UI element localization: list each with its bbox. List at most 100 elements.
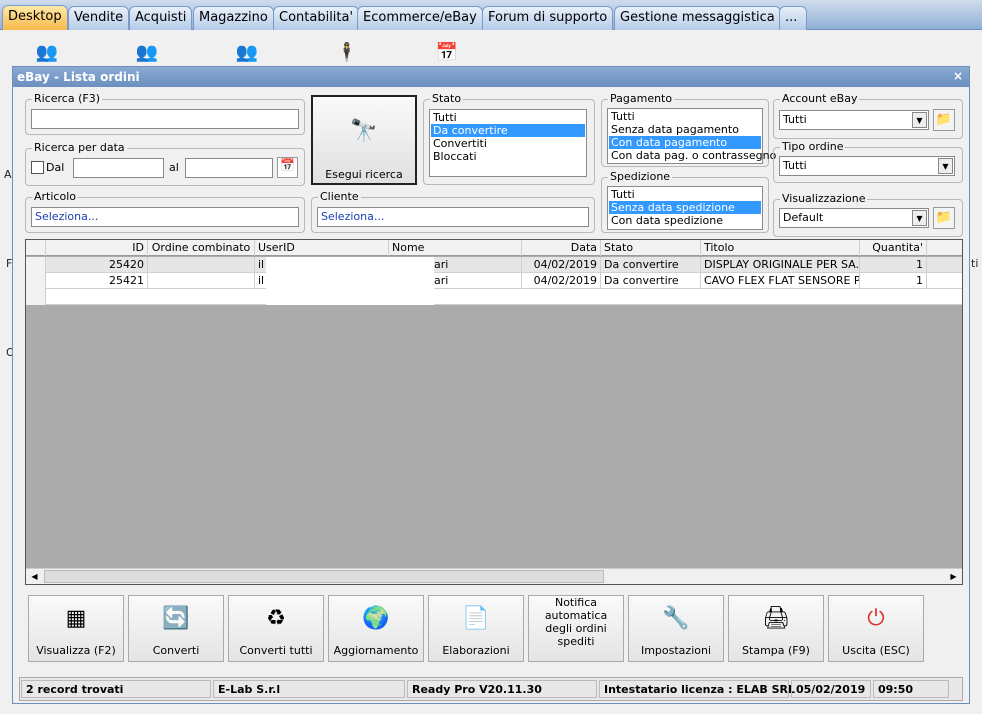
tipo-ordine-select[interactable]: Tutti ▼ [779,156,955,176]
col-stato[interactable]: Stato [601,240,701,256]
pagamento-group: Pagamento Tutti Senza data pagamento Con… [601,92,776,167]
col-ordine-combinato[interactable]: Ordine combinato [148,240,255,256]
table-row-empty[interactable] [26,289,962,305]
col-nome[interactable]: Nome [389,240,522,256]
spedizione-option[interactable]: Con data spedizione [609,214,761,227]
tab-ecommerce[interactable]: Ecommerce/eBay [357,6,483,30]
dal-label: Dal [46,161,65,174]
visualizza-button[interactable]: ▦ Visualizza (F2) [28,595,124,662]
search-button[interactable]: 🔭 Esegui ricerca [311,95,417,185]
visualizzazione-select[interactable]: Default ▼ [779,208,929,228]
converti-tutti-button[interactable]: ♻ Converti tutti [228,595,324,662]
row-selector[interactable] [26,289,46,305]
stato-option[interactable]: Bloccati [431,150,585,163]
scroll-left-icon[interactable]: ◀ [26,569,43,584]
stato-list[interactable]: Tutti Da convertire Convertiti Bloccati [429,109,587,177]
status-version: Ready Pro V20.11.30 [407,680,597,698]
converti-button[interactable]: 🔄 Converti [128,595,224,662]
col-titolo[interactable]: Titolo [701,240,860,256]
status-license: Intestatario licenza : ELAB SRL [599,680,795,698]
stato-option[interactable]: Tutti [431,111,585,124]
chevron-down-icon[interactable]: ▼ [912,112,927,128]
convert-icon: 🔄 [162,606,190,631]
binoculars-icon: 🔭 [350,119,378,144]
elaborazioni-button[interactable]: 📄 Elaborazioni [428,595,524,662]
col-data[interactable]: Data [522,240,601,256]
desktop-user-icon[interactable]: 🕴 [334,42,360,66]
row-selector[interactable] [26,273,46,289]
table-row[interactable]: 25421 il ari 04/02/2019 Da convertire CA… [26,273,962,289]
aggiornamento-button[interactable]: 🌍 Aggiornamento [328,595,424,662]
tab-messaggistica[interactable]: Gestione messaggistica [614,6,781,30]
printer-icon: 🖨 [762,606,790,631]
pagamento-label: Pagamento [608,92,675,105]
stato-group: Stato Tutti Da convertire Convertiti Blo… [423,92,595,185]
spedizione-list[interactable]: Tutti Senza data spedizione Con data spe… [607,186,763,230]
col-userid[interactable]: UserID [255,240,389,256]
chevron-down-icon[interactable]: ▼ [938,158,953,174]
converti-label: Converti [152,644,200,657]
tab-acquisti[interactable]: Acquisti [129,6,193,30]
dal-checkbox[interactable] [31,161,44,174]
stampa-button[interactable]: 🖨 Stampa (F9) [728,595,824,662]
pagamento-option[interactable]: Con data pag. o contrassegno [609,149,776,162]
status-records: 2 record trovati [21,680,211,698]
folder-icon[interactable]: 📁 [933,109,955,131]
folder-icon[interactable]: 📁 [933,207,955,229]
pagamento-option[interactable]: Con data pagamento [609,136,761,149]
dal-date-input[interactable] [73,158,164,178]
desktop-suppliers-icon[interactable]: 👥 [134,42,160,66]
table-row[interactable]: 25420 il ari 04/02/2019 Da convertire DI… [26,257,962,273]
cell-quantita: 1 [860,257,927,273]
ricerca-data-label: Ricerca per data [32,141,127,154]
spedizione-option[interactable]: Senza data spedizione [609,201,761,214]
tab-more[interactable]: ... [779,6,807,30]
chevron-down-icon[interactable]: ▼ [912,210,927,226]
uscita-button[interactable]: ⏻ Uscita (ESC) [828,595,924,662]
tab-desktop[interactable]: Desktop [2,5,68,30]
desktop-customers-icon[interactable]: 👥 [34,42,60,66]
tab-forum[interactable]: Forum di supporto [482,6,614,30]
scroll-right-icon[interactable]: ▶ [945,569,962,584]
grid-header: ID Ordine combinato UserID Nome Data Sta… [26,240,962,256]
articolo-input[interactable]: Seleziona... [31,207,299,227]
grid-check-icon: ▦ [65,606,87,631]
impostazioni-button[interactable]: 🔧 Impostazioni [628,595,724,662]
account-select[interactable]: Tutti ▼ [779,110,929,130]
cell-id: 25420 [46,257,148,273]
convert-all-icon: ♻ [266,606,286,631]
pagamento-option[interactable]: Tutti [609,110,761,123]
desktop-agents-icon[interactable]: 👥 [234,42,260,66]
calendar-icon[interactable]: 📅 [277,157,298,178]
notifica-button[interactable]: Notifica automatica degli ordini spediti [528,595,624,662]
horizontal-scrollbar[interactable]: ◀ ▶ [26,568,962,584]
row-selector[interactable] [26,257,46,273]
pagamento-option[interactable]: Senza data pagamento [609,123,761,136]
stato-option[interactable]: Convertiti [431,137,585,150]
spedizione-option[interactable]: Tutti [609,188,761,201]
al-date-input[interactable] [185,158,273,178]
desktop-calendar-icon[interactable]: 📅 [434,42,460,66]
converti-tutti-label: Converti tutti [239,644,313,657]
status-time: 09:50 [873,680,949,698]
pagamento-list[interactable]: Tutti Senza data pagamento Con data paga… [607,108,776,164]
cell-titolo: DISPLAY ORIGINALE PER SA... [701,257,860,273]
scrollbar-thumb[interactable] [44,570,604,583]
ricerca-input[interactable] [31,109,299,129]
col-quantita[interactable]: Quantita' [860,240,927,256]
tab-magazzino[interactable]: Magazzino [193,6,274,30]
close-icon[interactable]: × [953,69,963,83]
orders-grid[interactable]: ID Ordine combinato UserID Nome Data Sta… [25,239,963,585]
tipo-ordine-label: Tipo ordine [780,140,846,153]
tab-contabilita[interactable]: Contabilita' [273,6,360,30]
col-id[interactable]: ID [46,240,148,256]
tab-vendite[interactable]: Vendite [68,6,130,30]
cliente-input[interactable]: Seleziona... [317,207,589,227]
uscita-label: Uscita (ESC) [842,644,910,657]
stato-option[interactable]: Da convertire [431,124,585,137]
wrench-icon: 🔧 [662,606,690,631]
spedizione-label: Spedizione [608,170,673,183]
row-header-corner [26,240,46,256]
main-tab-bar: Desktop Vendite Acquisti Magazzino Conta… [0,0,982,30]
ricerca-group: Ricerca (F3) [25,92,305,135]
